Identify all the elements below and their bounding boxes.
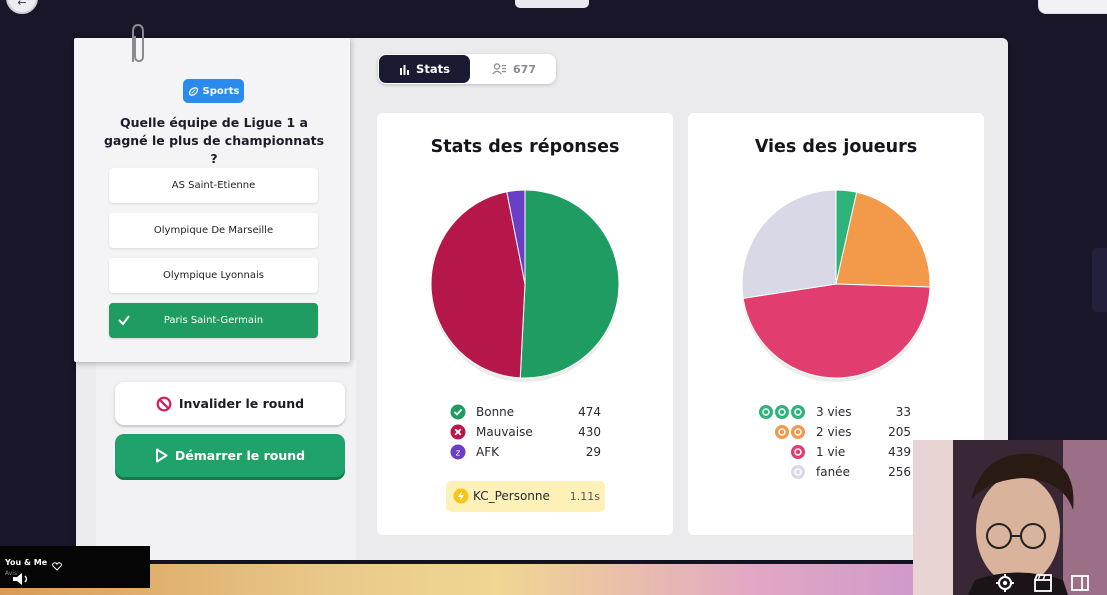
heart-icon[interactable] xyxy=(52,562,62,571)
legend-row-three-lives: 3 vies 33 xyxy=(758,403,918,421)
clapperboard-icon[interactable] xyxy=(1033,573,1053,593)
legend-label: 2 vies xyxy=(816,425,852,439)
legend-value: 205 xyxy=(888,425,911,439)
back-button[interactable]: ← xyxy=(6,0,38,14)
legend-value: 439 xyxy=(888,445,911,459)
faded-icon xyxy=(791,465,805,479)
legend-row-good: Bonne 474 xyxy=(450,403,602,421)
lives-stats-title: Vies des joueurs xyxy=(754,137,918,157)
check-icon xyxy=(118,315,130,326)
speaker-icon[interactable] xyxy=(12,572,32,586)
question-text: Quelle équipe de Ligue 1 a gagné le plus… xyxy=(103,115,325,166)
answer-option[interactable]: Olympique De Marseille xyxy=(109,213,318,248)
answers-slice-bonne xyxy=(519,189,620,379)
top-right-widget[interactable] xyxy=(1038,0,1107,14)
one-life-icon xyxy=(791,445,805,459)
lightning-coin-icon xyxy=(453,488,469,504)
start-round-label: Démarrer le round xyxy=(174,448,306,463)
answers-stats-panel: Stats des réponses xyxy=(377,113,673,535)
invalidate-round-button[interactable]: Invalider le round xyxy=(115,382,345,425)
sidebar-panel-icon[interactable] xyxy=(1070,573,1090,593)
tab-players[interactable]: 677 xyxy=(474,55,554,83)
lives-slice-fan-e xyxy=(741,189,837,299)
music-title: You & Me xyxy=(5,558,48,567)
lives-pie-chart xyxy=(741,189,931,382)
x-circle-icon xyxy=(450,424,466,440)
legend-row-afk: z AFK 29 xyxy=(450,443,602,461)
users-icon xyxy=(492,63,507,75)
svg-text:z: z xyxy=(456,449,461,459)
back-arrow-icon: ← xyxy=(17,0,27,9)
tab-stats-label: Stats xyxy=(416,62,450,76)
answers-slice-mauvaise xyxy=(430,191,526,379)
legend-row-faded: fanée 256 xyxy=(758,463,918,481)
stats-tabs: Stats 677 xyxy=(378,54,556,84)
legend-row-wrong: Mauvaise 430 xyxy=(450,423,602,441)
afk-icon: z xyxy=(450,444,466,460)
fastest-player-box: KC_Personne 1.11s xyxy=(446,481,605,512)
answers-pie-chart xyxy=(430,189,620,382)
category-badge: Sports xyxy=(183,79,244,103)
check-circle-icon xyxy=(450,404,466,420)
answer-option[interactable]: AS Saint-Etienne xyxy=(109,168,318,203)
legend-label: Mauvaise xyxy=(476,425,533,439)
category-label: Sports xyxy=(202,85,240,97)
bar-chart-icon xyxy=(400,64,410,75)
streamer-video xyxy=(913,440,1107,595)
invalidate-round-label: Invalider le round xyxy=(178,396,305,411)
legend-label: 1 vie xyxy=(816,445,846,459)
legend-value: 33 xyxy=(895,405,911,419)
answers-stats-title: Stats des réponses xyxy=(430,137,620,157)
legend-value: 29 xyxy=(585,445,601,459)
fastest-player-name: KC_Personne xyxy=(473,489,550,503)
answer-option[interactable]: Olympique Lyonnais xyxy=(109,258,318,293)
music-player-widget: You & Me Avis xyxy=(0,546,150,588)
answer-label: Paris Saint-Germain xyxy=(163,315,264,326)
rugby-ball-icon xyxy=(188,86,198,96)
webcam-overlay xyxy=(913,440,1107,595)
lives-slice-1-vie xyxy=(742,283,931,379)
legend-value: 474 xyxy=(578,405,601,419)
legend-label: AFK xyxy=(476,445,499,459)
legend-label: 3 vies xyxy=(816,405,852,419)
answer-option-correct[interactable]: Paris Saint-Germain xyxy=(109,303,318,338)
legend-row-two-lives: 2 vies 205 xyxy=(758,423,918,441)
two-lives-icon xyxy=(775,425,805,439)
legend-value: 430 xyxy=(578,425,601,439)
players-count: 677 xyxy=(513,62,536,76)
side-scroll-handle[interactable] xyxy=(1092,248,1107,312)
fastest-player-time: 1.11s xyxy=(569,490,600,503)
forbidden-icon xyxy=(156,396,172,411)
legend-value: 256 xyxy=(888,465,911,479)
legend-label: Bonne xyxy=(476,405,515,419)
play-icon xyxy=(155,448,168,463)
answer-label: AS Saint-Etienne xyxy=(171,180,256,191)
top-tab[interactable] xyxy=(515,0,589,8)
paperclip-icon xyxy=(132,23,144,63)
three-lives-icon xyxy=(759,405,805,419)
settings-gear-icon[interactable] xyxy=(995,573,1015,593)
legend-row-one-life: 1 vie 439 xyxy=(758,443,918,461)
answer-label: Olympique Lyonnais xyxy=(163,270,264,281)
start-round-button[interactable]: Démarrer le round xyxy=(115,434,345,477)
answer-label: Olympique De Marseille xyxy=(153,225,274,236)
legend-label: fanée xyxy=(816,465,850,479)
tab-stats[interactable]: Stats xyxy=(379,55,470,83)
